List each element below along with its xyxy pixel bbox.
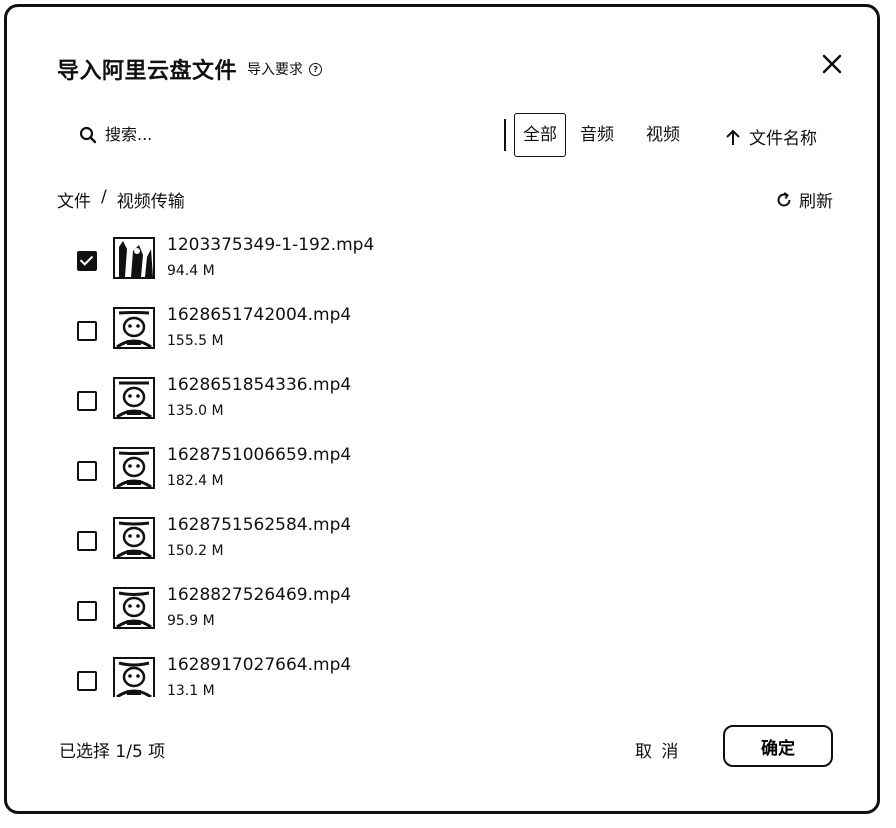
- breadcrumb-current: 视频传输: [116, 192, 185, 212]
- file-name: 1628651854336.mp4: [167, 375, 352, 395]
- filter-tab[interactable]: 音频: [580, 113, 614, 157]
- video-thumbnail: [113, 237, 155, 279]
- file-size: 135.0 M: [167, 403, 224, 419]
- video-thumbnail: [113, 587, 155, 629]
- file-checkbox[interactable]: [77, 601, 97, 621]
- file-checkbox[interactable]: [77, 391, 97, 411]
- video-thumbnail: [113, 517, 155, 559]
- file-size: 155.5 M: [167, 333, 224, 349]
- file-row[interactable]: 1628751562584.mp4 150.2 M: [67, 511, 837, 581]
- confirm-button[interactable]: 确定: [723, 725, 833, 767]
- dialog-title: 导入阿里云盘文件: [57, 59, 238, 84]
- video-thumbnail: [113, 307, 155, 349]
- file-name: 1628651742004.mp4: [167, 305, 352, 325]
- file-size: 95.9 M: [167, 613, 215, 629]
- file-checkbox[interactable]: [77, 531, 97, 551]
- filter-tab[interactable]: 视频: [646, 113, 680, 157]
- file-name: 1628827526469.mp4: [167, 585, 352, 605]
- file-row[interactable]: 1628651742004.mp4 155.5 M: [67, 301, 837, 371]
- cancel-button[interactable]: 取 消: [635, 737, 680, 762]
- requirements-link[interactable]: 导入要求 ?: [247, 59, 323, 79]
- requirements-label: 导入要求: [247, 62, 304, 78]
- filter-tab[interactable]: 全部: [514, 113, 566, 157]
- selection-count: 已选择 1/5 项: [59, 742, 166, 762]
- file-checkbox[interactable]: [77, 461, 97, 481]
- file-name: 1628917027664.mp4: [167, 655, 352, 675]
- file-size: 182.4 M: [167, 473, 224, 489]
- breadcrumb: 文件 / 视频传输: [57, 187, 185, 212]
- arrow-up-icon: [726, 129, 740, 145]
- file-checkbox[interactable]: [77, 671, 97, 691]
- sort-label: 文件名称: [749, 129, 817, 149]
- breadcrumb-root[interactable]: 文件: [57, 187, 91, 212]
- video-thumbnail: [113, 657, 155, 697]
- file-row[interactable]: 1628651854336.mp4 135.0 M: [67, 371, 837, 441]
- file-checkbox[interactable]: [77, 321, 97, 341]
- refresh-icon: [777, 191, 791, 206]
- file-checkbox[interactable]: [77, 251, 97, 271]
- file-list: 1203375349-1-192.mp4 94.4 M 1628651742004.…: [67, 231, 837, 697]
- file-name: 1628751006659.mp4: [167, 445, 352, 465]
- search-input[interactable]: [105, 125, 405, 144]
- close-icon[interactable]: [819, 51, 845, 77]
- file-row[interactable]: 1628827526469.mp4 95.9 M: [67, 581, 837, 651]
- question-circle-icon[interactable]: ?: [309, 62, 323, 76]
- file-row[interactable]: 1203375349-1-192.mp4 94.4 M: [67, 231, 837, 301]
- filter-tabs: 全部 音频 视频: [514, 113, 712, 157]
- file-size: 150.2 M: [167, 543, 224, 559]
- file-size: 13.1 M: [167, 683, 215, 697]
- search-divider: [504, 119, 506, 151]
- file-name: 1203375349-1-192.mp4: [167, 235, 375, 255]
- file-size: 94.4 M: [167, 263, 215, 279]
- video-thumbnail: [113, 447, 155, 489]
- video-thumbnail: [113, 377, 155, 419]
- search-bar: [79, 125, 405, 144]
- refresh-label: 刷新: [799, 192, 833, 212]
- refresh-button[interactable]: 刷新: [775, 187, 833, 212]
- dialog-header: 导入阿里云盘文件 导入要求 ?: [57, 53, 323, 85]
- file-row[interactable]: 1628751006659.mp4 182.4 M: [67, 441, 837, 511]
- search-icon: [79, 126, 97, 143]
- file-name: 1628751562584.mp4: [167, 515, 352, 535]
- file-row[interactable]: 1628917027664.mp4 13.1 M: [67, 651, 837, 697]
- import-dialog: 导入阿里云盘文件 导入要求 ? 全部音频视频 文件名称 文件 / 视频传输: [4, 4, 880, 814]
- sort-by-name-button[interactable]: 文件名称: [725, 124, 817, 149]
- breadcrumb-separator: /: [101, 187, 107, 207]
